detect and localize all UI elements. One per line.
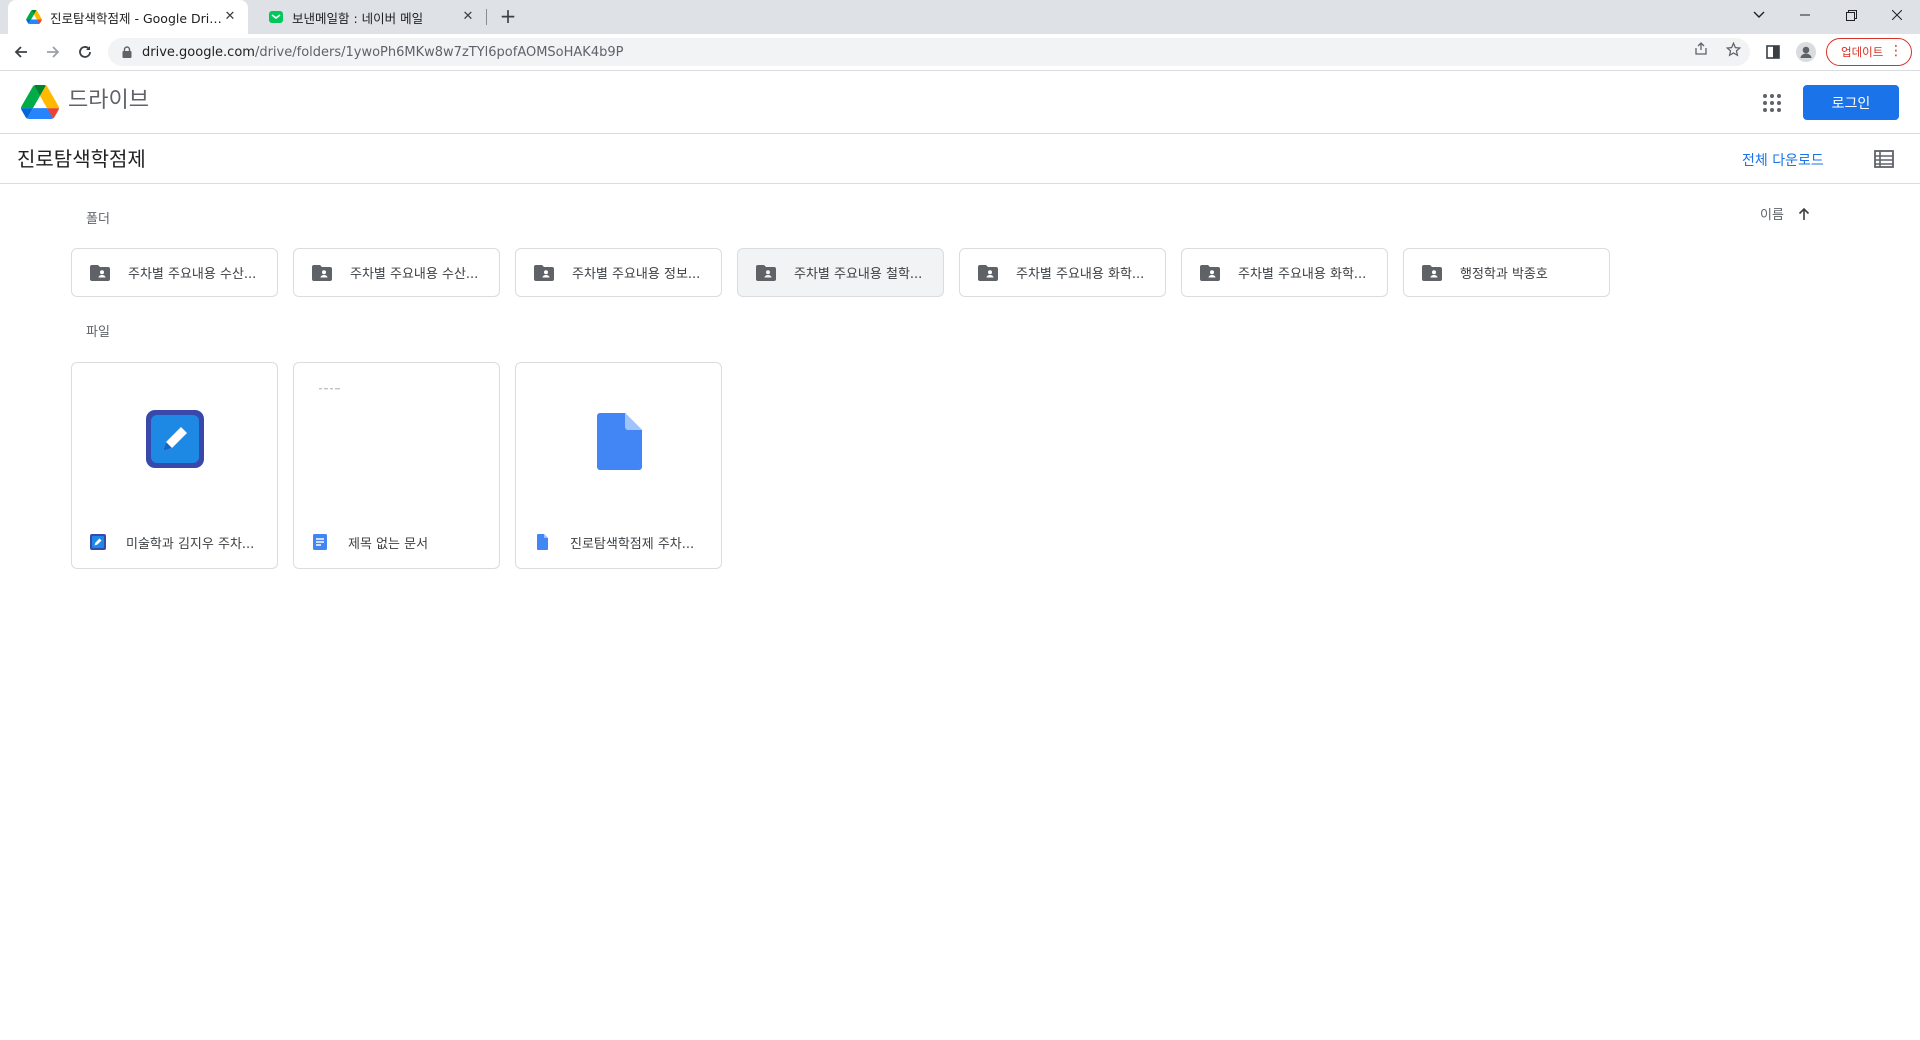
shared-folder-icon <box>534 264 554 281</box>
drawing-icon <box>90 534 106 550</box>
file-info-bar: 미술학과 김지우 주차... <box>72 516 277 568</box>
login-button[interactable]: 로그인 <box>1803 85 1899 120</box>
back-icon[interactable] <box>8 39 34 65</box>
folder-name: 주차별 주요내용 수산... <box>350 267 479 282</box>
file-name: 제목 없는 문서 <box>348 536 429 552</box>
file-name: 미술학과 김지우 주차... <box>126 536 255 552</box>
docs-icon <box>313 534 327 550</box>
folders-section-label: 폴더 <box>86 212 110 227</box>
shared-folder-icon <box>1200 264 1220 281</box>
tab-google-drive[interactable]: 진로탐색학점제 - Google Drive ✕ <box>8 0 248 34</box>
file-thumbnail <box>72 363 277 518</box>
address-bar[interactable]: drive.google.com/drive/folders/1ywoPh6MK… <box>108 38 1750 66</box>
file-thumbnail <box>294 363 499 518</box>
shared-folder-icon <box>1422 264 1442 281</box>
file-info-bar: 제목 없는 문서 <box>294 516 499 568</box>
sort-label: 이름 <box>1760 208 1784 223</box>
shared-folder-icon <box>978 264 998 281</box>
list-view-icon[interactable] <box>1874 150 1894 168</box>
file-card[interactable]: 진로탐색학점제 주차... <box>515 362 722 569</box>
minimize-icon[interactable] <box>1782 0 1828 30</box>
folder-name: 행정학과 박종호 <box>1460 267 1548 282</box>
tab-close-icon[interactable]: ✕ <box>222 9 238 25</box>
folder-name: 주차별 주요내용 수산... <box>128 267 257 282</box>
folder-card[interactable]: 주차별 주요내용 수산... <box>71 248 278 297</box>
file-icon <box>537 534 548 550</box>
shared-folder-icon <box>90 264 110 281</box>
update-button[interactable]: 업데이트 ⋮ <box>1826 38 1912 66</box>
google-drive-logo-icon[interactable] <box>21 85 59 119</box>
app-name[interactable]: 드라이브 <box>68 85 149 117</box>
tab-close-icon[interactable]: ✕ <box>460 9 476 25</box>
url-text: drive.google.com/drive/folders/1ywoPh6MK… <box>142 44 624 60</box>
share-icon[interactable] <box>1692 40 1710 58</box>
tab-title: 진로탐색학점제 - Google Drive <box>50 10 222 26</box>
folder-card[interactable]: 주차별 주요내용 정보... <box>515 248 722 297</box>
tab-search-icon[interactable] <box>1736 0 1782 30</box>
side-panel-icon[interactable] <box>1760 39 1786 65</box>
update-label: 업데이트 <box>1841 45 1884 59</box>
files-section-label: 파일 <box>86 325 110 340</box>
lock-icon[interactable] <box>120 45 134 59</box>
profile-avatar-icon[interactable] <box>1793 39 1819 65</box>
folder-card[interactable]: 주차별 주요내용 화학... <box>1181 248 1388 297</box>
file-name: 진로탐색학점제 주차... <box>570 536 695 552</box>
sort-control[interactable]: 이름 <box>1760 204 1812 223</box>
new-tab-button[interactable]: + <box>496 5 520 29</box>
shared-folder-icon <box>756 264 776 281</box>
window-close-icon[interactable] <box>1874 0 1920 30</box>
document-preview-text-icon <box>319 388 340 390</box>
folder-title-bar: 진로탐색학점제 전체 다운로드 <box>0 134 1920 184</box>
file-card[interactable]: 제목 없는 문서 <box>293 362 500 569</box>
tab-title: 보낸메일함 : 네이버 메일 <box>292 10 424 26</box>
browser-tab-strip: 진로탐색학점제 - Google Drive ✕ 보낸메일함 : 네이버 메일 … <box>0 0 1920 34</box>
folder-name: 주차별 주요내용 화학... <box>1016 267 1145 282</box>
folder-name: 주차별 주요내용 정보... <box>572 267 701 282</box>
file-thumbnail <box>516 363 721 518</box>
folder-name: 주차별 주요내용 철학... <box>794 267 923 282</box>
drive-header: 드라이브 로그인 <box>0 71 1920 134</box>
file-info-bar: 진로탐색학점제 주차... <box>516 516 721 568</box>
bookmark-star-icon[interactable] <box>1724 40 1742 58</box>
google-drive-favicon-icon <box>26 9 42 25</box>
google-apps-icon[interactable] <box>1760 91 1784 115</box>
tab-separator <box>486 9 487 25</box>
folder-name: 주차별 주요내용 화학... <box>1238 267 1367 282</box>
reload-icon[interactable] <box>72 39 98 65</box>
restore-icon[interactable] <box>1828 0 1874 30</box>
drawing-app-icon <box>146 410 204 468</box>
browser-toolbar: drive.google.com/drive/folders/1ywoPh6MK… <box>0 34 1920 71</box>
file-card[interactable]: 미술학과 김지우 주차... <box>71 362 278 569</box>
page-title: 진로탐색학점제 <box>17 147 146 171</box>
shared-folder-icon <box>312 264 332 281</box>
generic-file-large-icon <box>597 413 642 470</box>
folder-card[interactable]: 행정학과 박종호 <box>1403 248 1610 297</box>
folder-card[interactable]: 주차별 주요내용 수산... <box>293 248 500 297</box>
tab-naver-mail[interactable]: 보낸메일함 : 네이버 메일 ✕ <box>250 0 486 34</box>
more-options-icon[interactable]: ⋮ <box>1889 43 1903 59</box>
sort-ascending-arrow-icon[interactable] <box>1796 206 1812 222</box>
naver-mail-favicon-icon <box>268 9 284 25</box>
download-all-link[interactable]: 전체 다운로드 <box>1742 150 1824 170</box>
folder-card[interactable]: 주차별 주요내용 화학... <box>959 248 1166 297</box>
forward-icon[interactable] <box>40 39 66 65</box>
folder-card[interactable]: 주차별 주요내용 철학... <box>737 248 944 297</box>
